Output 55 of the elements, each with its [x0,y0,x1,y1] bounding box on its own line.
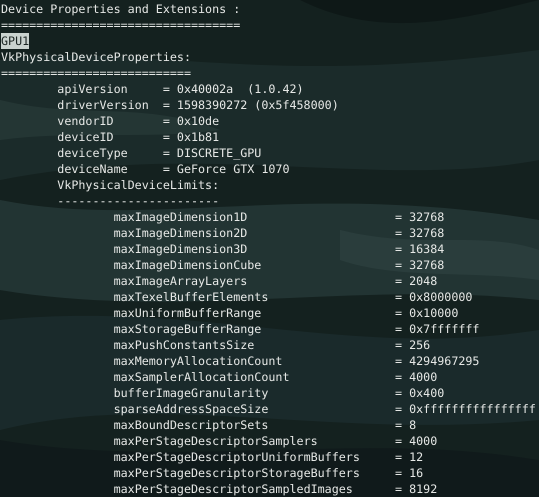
limit-value: = 0x8000000 [395,289,472,305]
property-name: deviceType [57,145,129,161]
limit-name: sparseAddressSpaceSize [114,401,270,417]
limit-name: maxImageDimensionCube [114,257,262,273]
limit-value: = 16384 [395,241,444,257]
limit-value: = 0x10000 [395,305,458,321]
property-value: = 1598390272 (0x5f458000) [162,97,339,113]
struct-heading: VkPhysicalDeviceProperties: [1,49,191,65]
limit-value: = 0x7fffffff [395,321,480,337]
limit-value: = 32768 [395,225,444,241]
property-name: apiVersion [57,81,129,97]
limit-value: = 8 [395,417,416,433]
limit-value: = 256 [395,337,430,353]
limit-name: maxTexelBufferElements [114,289,270,305]
limit-name: maxImageDimension1D [114,209,248,225]
limit-value: = 8192 [395,481,438,497]
limit-name: maxPerStageDescriptorSamplers [114,433,319,449]
limit-name: maxSamplerAllocationCount [114,369,290,385]
limit-value: = 4294967295 [395,353,480,369]
limit-name: maxUniformBufferRange [114,305,262,321]
limit-name: maxImageDimension2D [114,225,248,241]
property-value: = DISCRETE_GPU [162,145,262,161]
limit-value: = 2048 [395,273,438,289]
limit-name: maxImageArrayLayers [114,273,248,289]
separator-line: ----------------------- [57,193,220,209]
property-value: = 0x1b81 [162,129,220,145]
gpu-label: GPU1 [1,33,30,49]
limit-value: = 12 [395,449,424,465]
limit-name: maxImageDimension3D [114,241,248,257]
limit-name: maxPerStageDescriptorStorageBuffers [114,465,361,481]
property-value: = 0x10de [162,113,220,129]
property-name: vendorID [57,113,115,129]
limit-value: = 32768 [395,209,444,225]
limit-name: maxBoundDescriptorSets [114,417,270,433]
limit-value: = 4000 [395,433,438,449]
property-name: driverVersion [57,97,150,113]
limit-value: = 4000 [395,369,438,385]
struct-heading: VkPhysicalDeviceLimits: [57,177,220,193]
property-value: = GeForce GTX 1070 [162,161,290,177]
limit-value: = 32768 [395,257,444,273]
limit-value: = 16 [395,465,424,481]
limit-name: bufferImageGranularity [114,385,270,401]
separator-line: ================================== [1,17,240,33]
property-name: deviceID [57,129,115,145]
property-value: = 0x40002a (1.0.42) [162,81,304,97]
property-name: deviceName [57,161,129,177]
limit-name: maxPerStageDescriptorSampledImages [114,481,354,497]
limit-value: = 0x400 [395,385,444,401]
limit-name: maxPushConstantsSize [114,337,256,353]
limit-name: maxStorageBufferRange [114,321,262,337]
limit-name: maxPerStageDescriptorUniformBuffers [114,449,361,465]
section-title: Device Properties and Extensions : [1,1,240,17]
limit-value: = 0xffffffffffffffff [395,401,536,417]
separator-line: =========================== [1,65,191,81]
limit-name: maxMemoryAllocationCount [114,353,284,369]
